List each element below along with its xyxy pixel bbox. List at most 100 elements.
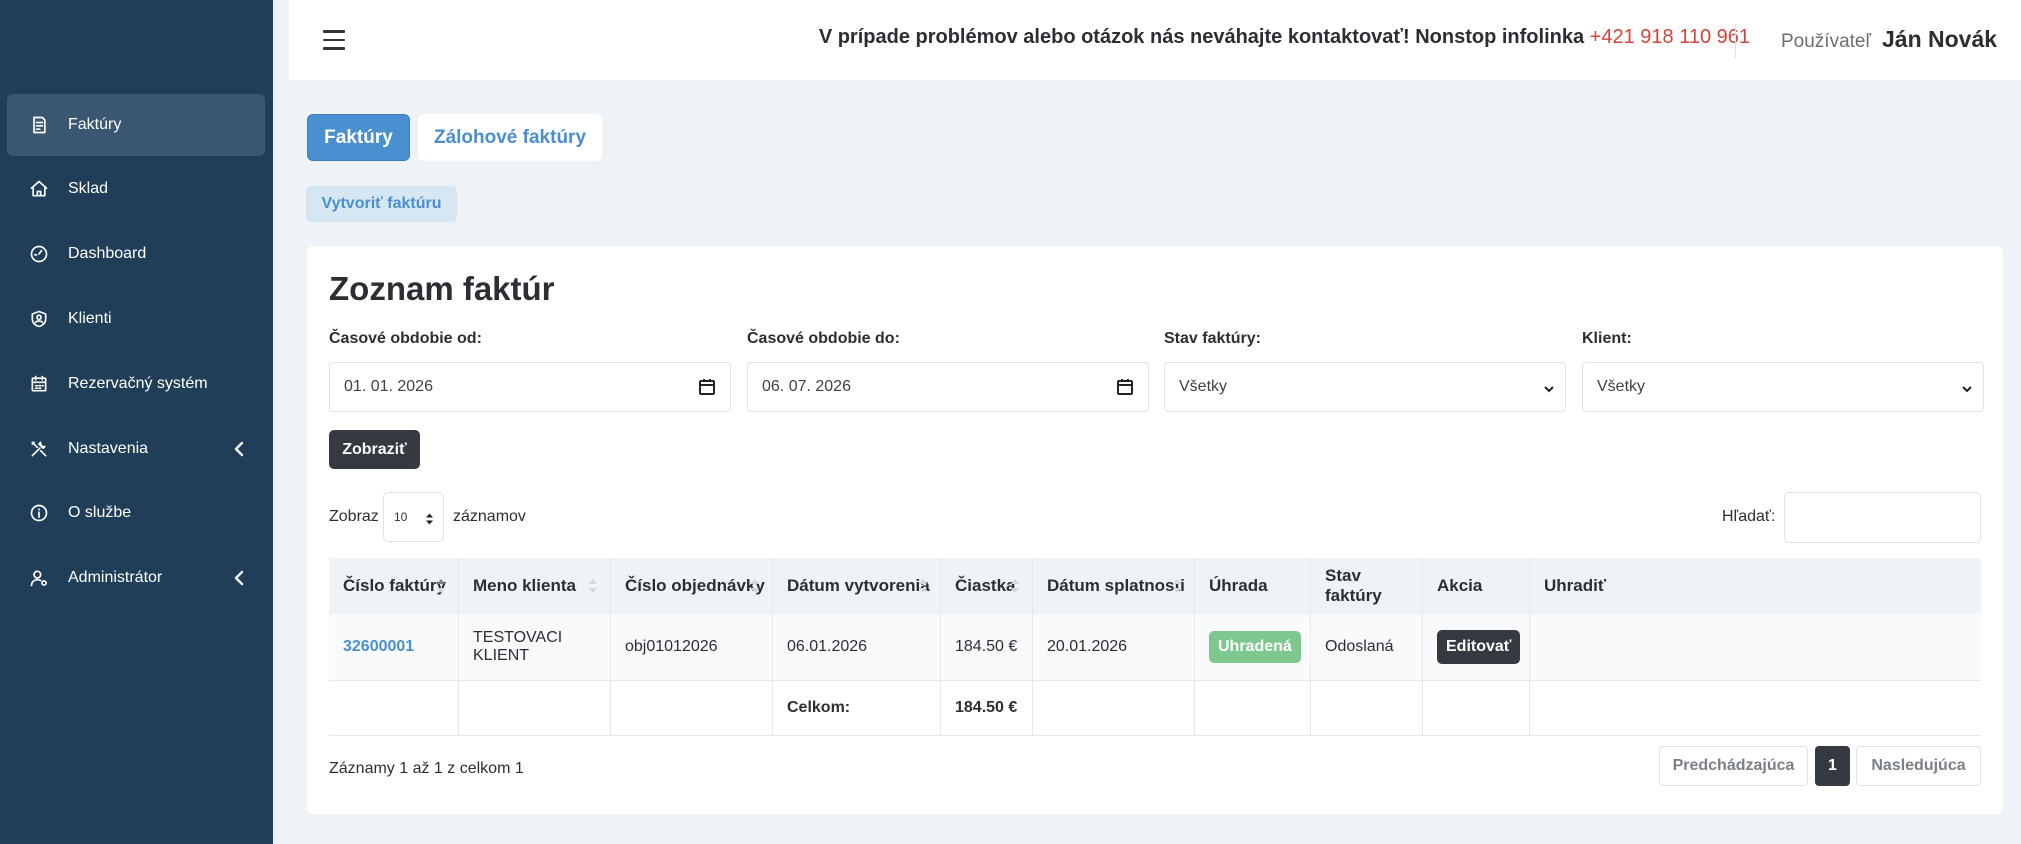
col-header-due[interactable]: Dátum splatnosti: [1033, 558, 1195, 614]
footer-cell: [1311, 681, 1423, 735]
search-input[interactable]: [1784, 492, 1981, 543]
footer-cell: [1530, 681, 1981, 735]
search-label: Hľadať:: [1722, 508, 1776, 525]
col-header-created[interactable]: Dátum vytvorenia: [773, 558, 941, 614]
sort-icon: [588, 577, 598, 595]
calendar-icon: [27, 372, 51, 396]
shield-user-icon: [27, 307, 51, 331]
pagination-next[interactable]: Nasledujúca: [1856, 746, 1981, 786]
sidebar-item-dashboard[interactable]: Dashboard: [7, 223, 265, 285]
tools-icon: [27, 437, 51, 461]
menu-icon[interactable]: [323, 30, 345, 50]
client-filter-value: Všetky: [1597, 378, 1646, 395]
infoline-message: V prípade problémov alebo otázok nás nev…: [818, 26, 1585, 48]
page-title: Zoznam faktúr: [329, 270, 555, 307]
pagination-previous[interactable]: Predchádzajúca: [1659, 746, 1808, 786]
sidebar-item-label: Sklad: [68, 180, 109, 197]
cell-status: Odoslaná: [1311, 614, 1423, 680]
col-header-order[interactable]: Číslo objednávky: [611, 558, 773, 614]
sidebar-item-label: Klienti: [68, 310, 112, 327]
client-filter-select[interactable]: Všetky: [1582, 362, 1984, 412]
sidebar-item-label: Rezervačný systém: [68, 375, 208, 392]
sidebar-item-warehouse[interactable]: Sklad: [7, 158, 265, 220]
user-name[interactable]: Ján Novák: [1882, 26, 1997, 53]
sidebar-item-settings[interactable]: Nastavenia: [7, 418, 265, 480]
footer-cell: [459, 681, 611, 735]
invoice-number-link[interactable]: 32600001: [343, 638, 414, 656]
create-invoice-button[interactable]: Vytvoriť faktúru: [306, 186, 457, 222]
sort-icon: [1172, 577, 1182, 595]
status-filter-select[interactable]: Všetky: [1164, 362, 1566, 412]
cell-client: TESTOVACI KLIENT: [459, 614, 611, 680]
cell-pay: [1530, 614, 1981, 680]
invoice-icon: [27, 113, 51, 137]
sidebar-item-clients[interactable]: Klienti: [7, 288, 265, 350]
col-header-client[interactable]: Meno klienta: [459, 558, 611, 614]
total-amount: 184.50 €: [941, 681, 1033, 735]
sort-icon: [1010, 577, 1020, 595]
sidebar-item-about[interactable]: O službe: [7, 482, 265, 544]
infoline-text: V prípade problémov alebo otázok nás nev…: [819, 26, 1750, 49]
date-from-input[interactable]: 01. 01. 2026: [329, 362, 731, 412]
chevron-left-icon: [231, 569, 247, 587]
table-info: Záznamy 1 až 1 z celkom 1: [329, 760, 524, 777]
tab-invoices[interactable]: Faktúry: [307, 114, 410, 161]
col-header-pay: Uhradiť: [1544, 576, 1606, 595]
table-footer-row: Celkom: 184.50 €: [329, 681, 1981, 736]
user-label: Používateľ: [1781, 31, 1872, 52]
page-length-suffix: záznamov: [453, 508, 526, 525]
col-header-status: Stav faktúry: [1311, 558, 1423, 614]
col-header-amount[interactable]: Čiastka: [941, 558, 1033, 614]
calendar-icon[interactable]: [1116, 378, 1134, 396]
chevron-down-icon: [1961, 382, 1973, 394]
client-filter-label: Klient:: [1582, 330, 1632, 347]
top-header: V prípade problémov alebo otázok nás nev…: [289, 0, 2021, 80]
sidebar-item-invoices[interactable]: Faktúry: [7, 94, 265, 156]
invoice-list-card: Zoznam faktúr Časové obdobie od: 01. 01.…: [307, 246, 2003, 814]
table-row: 32600001 TESTOVACI KLIENT obj01012026 06…: [329, 614, 1981, 681]
calendar-icon[interactable]: [698, 378, 716, 396]
tab-advance-invoices[interactable]: Zálohové faktúry: [418, 114, 602, 161]
show-button[interactable]: Zobraziť: [329, 430, 420, 469]
cell-amount: 184.50 €: [941, 614, 1033, 680]
gauge-icon: [27, 242, 51, 266]
cell-order: obj01012026: [611, 614, 773, 680]
sort-icon: [750, 577, 760, 595]
sidebar-item-label: Administrátor: [68, 569, 163, 586]
info-icon: [27, 501, 51, 525]
user-gear-icon: [27, 566, 51, 590]
page-length-prefix: Zobraz: [329, 508, 379, 525]
pagination-page-1[interactable]: 1: [1815, 746, 1850, 786]
header-divider: [1735, 24, 1736, 58]
cell-action: Editovať: [1423, 614, 1530, 680]
chevron-left-icon: [231, 440, 247, 458]
sidebar-item-label: O službe: [68, 504, 132, 521]
page-length-value: 10: [394, 510, 408, 524]
col-header-payment: Úhrada: [1195, 558, 1311, 614]
date-from-value: 01. 01. 2026: [344, 378, 433, 395]
sort-updown-icon: [425, 512, 434, 526]
table-header-row: Číslo faktúry Meno klienta Číslo objedná…: [329, 558, 1981, 614]
sidebar-item-label: Nastavenia: [68, 440, 149, 457]
sidebar-item-administrator[interactable]: Administrátor: [7, 547, 265, 609]
sidebar-item-reservations[interactable]: Rezervačný systém: [7, 353, 265, 415]
sort-icon: [918, 577, 928, 595]
date-from-label: Časové obdobie od:: [329, 330, 482, 347]
total-label: Celkom:: [773, 681, 941, 735]
cell-created: 06.01.2026: [773, 614, 941, 680]
page-length-select[interactable]: 10: [383, 492, 444, 542]
sort-asc-icon: [436, 577, 446, 595]
sidebar: Faktúry Sklad Dashboard Klienti Rezervač…: [0, 0, 273, 844]
infoline-phone[interactable]: +421 918 110 961: [1590, 26, 1750, 48]
col-header-number[interactable]: Číslo faktúry: [329, 558, 459, 614]
col-header-action: Akcia: [1423, 558, 1530, 614]
status-badge: Uhradená: [1209, 631, 1301, 663]
status-filter-value: Všetky: [1179, 378, 1228, 395]
date-to-input[interactable]: 06. 07. 2026: [747, 362, 1149, 412]
cell-payment: Uhradená: [1195, 614, 1311, 680]
footer-cell: [1423, 681, 1530, 735]
footer-cell: [329, 681, 459, 735]
edit-button[interactable]: Editovať: [1437, 630, 1521, 664]
sidebar-item-label: Faktúry: [68, 116, 122, 133]
home-icon: [27, 177, 51, 201]
